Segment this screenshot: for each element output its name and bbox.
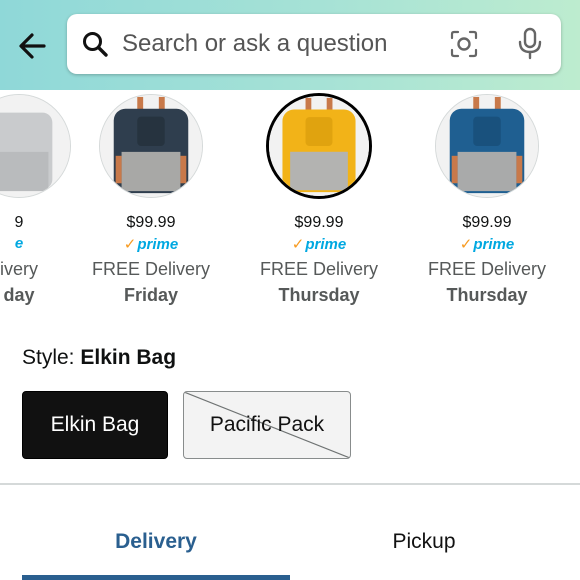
style-label-line: Style: Elkin Bag bbox=[22, 346, 176, 370]
style-option-elkin-bag[interactable]: Elkin Bag bbox=[22, 391, 168, 459]
swatch-item[interactable]: $99.99 ✓prime FREE Delivery Friday bbox=[66, 90, 236, 315]
prime-badge: ✓prime bbox=[234, 235, 404, 253]
section-divider bbox=[0, 483, 580, 485]
tab-delivery[interactable]: Delivery bbox=[22, 530, 290, 554]
delivery-day: Friday bbox=[123, 285, 179, 305]
style-option-label: Elkin Bag bbox=[50, 413, 140, 436]
swatch-item[interactable]: $99.99 ✓prime FREE Delivery Thursday bbox=[402, 90, 572, 315]
swatch-item-selected[interactable]: $99.99 ✓prime FREE Delivery Thursday bbox=[234, 90, 404, 315]
swatch-price: $99.99 bbox=[294, 214, 344, 231]
backpack-image bbox=[0, 95, 70, 197]
style-selected-value: Elkin Bag bbox=[80, 346, 177, 369]
prime-check-icon: ✓ bbox=[291, 236, 305, 253]
style-label: Style: bbox=[22, 346, 75, 369]
swatch-price: $99.99 bbox=[126, 214, 176, 231]
microphone-icon[interactable] bbox=[517, 27, 543, 61]
top-navigation-bar: Search or ask a question bbox=[0, 0, 580, 90]
swatch-thumbnail[interactable] bbox=[99, 94, 203, 198]
active-tab-indicator bbox=[22, 575, 290, 580]
backpack-image bbox=[269, 96, 369, 196]
search-input[interactable]: Search or ask a question bbox=[122, 30, 388, 58]
delivery-text: FREE Delivery bbox=[91, 259, 211, 279]
camera-lens-icon[interactable] bbox=[449, 29, 479, 59]
delivery-text: FREE Delivery bbox=[259, 259, 379, 279]
swatch-thumbnail[interactable] bbox=[435, 94, 539, 198]
prime-label: prime bbox=[137, 236, 179, 253]
prime-badge: ✓prime bbox=[402, 235, 572, 253]
prime-check-icon: ✓ bbox=[459, 236, 473, 253]
swatch-thumbnail[interactable] bbox=[266, 93, 372, 199]
swatch-thumbnail[interactable] bbox=[0, 94, 71, 198]
style-swatch-carousel[interactable]: 9 e ivery day $99.99 ✓prime FREE Deliver… bbox=[0, 90, 580, 315]
delivery-day: Thursday bbox=[278, 285, 360, 305]
prime-badge: ✓prime bbox=[66, 235, 236, 253]
delivery-day: Thursday bbox=[446, 285, 528, 305]
prime-label: e bbox=[14, 235, 24, 252]
prime-label: prime bbox=[473, 236, 515, 253]
backpack-image bbox=[436, 95, 538, 197]
backpack-image bbox=[100, 95, 202, 197]
delivery-text: FREE Delivery bbox=[427, 259, 547, 279]
back-button[interactable] bbox=[14, 26, 54, 66]
back-arrow-icon bbox=[19, 33, 46, 59]
prime-label: prime bbox=[305, 236, 347, 253]
search-icon bbox=[83, 32, 108, 57]
style-option-pacific-pack[interactable]: Pacific Pack bbox=[183, 391, 351, 459]
tab-pickup[interactable]: Pickup bbox=[290, 530, 558, 554]
style-option-label: Pacific Pack bbox=[209, 413, 325, 436]
prime-check-icon: ✓ bbox=[123, 236, 137, 253]
search-bar[interactable]: Search or ask a question bbox=[67, 14, 561, 74]
swatch-price: $99.99 bbox=[462, 214, 512, 231]
